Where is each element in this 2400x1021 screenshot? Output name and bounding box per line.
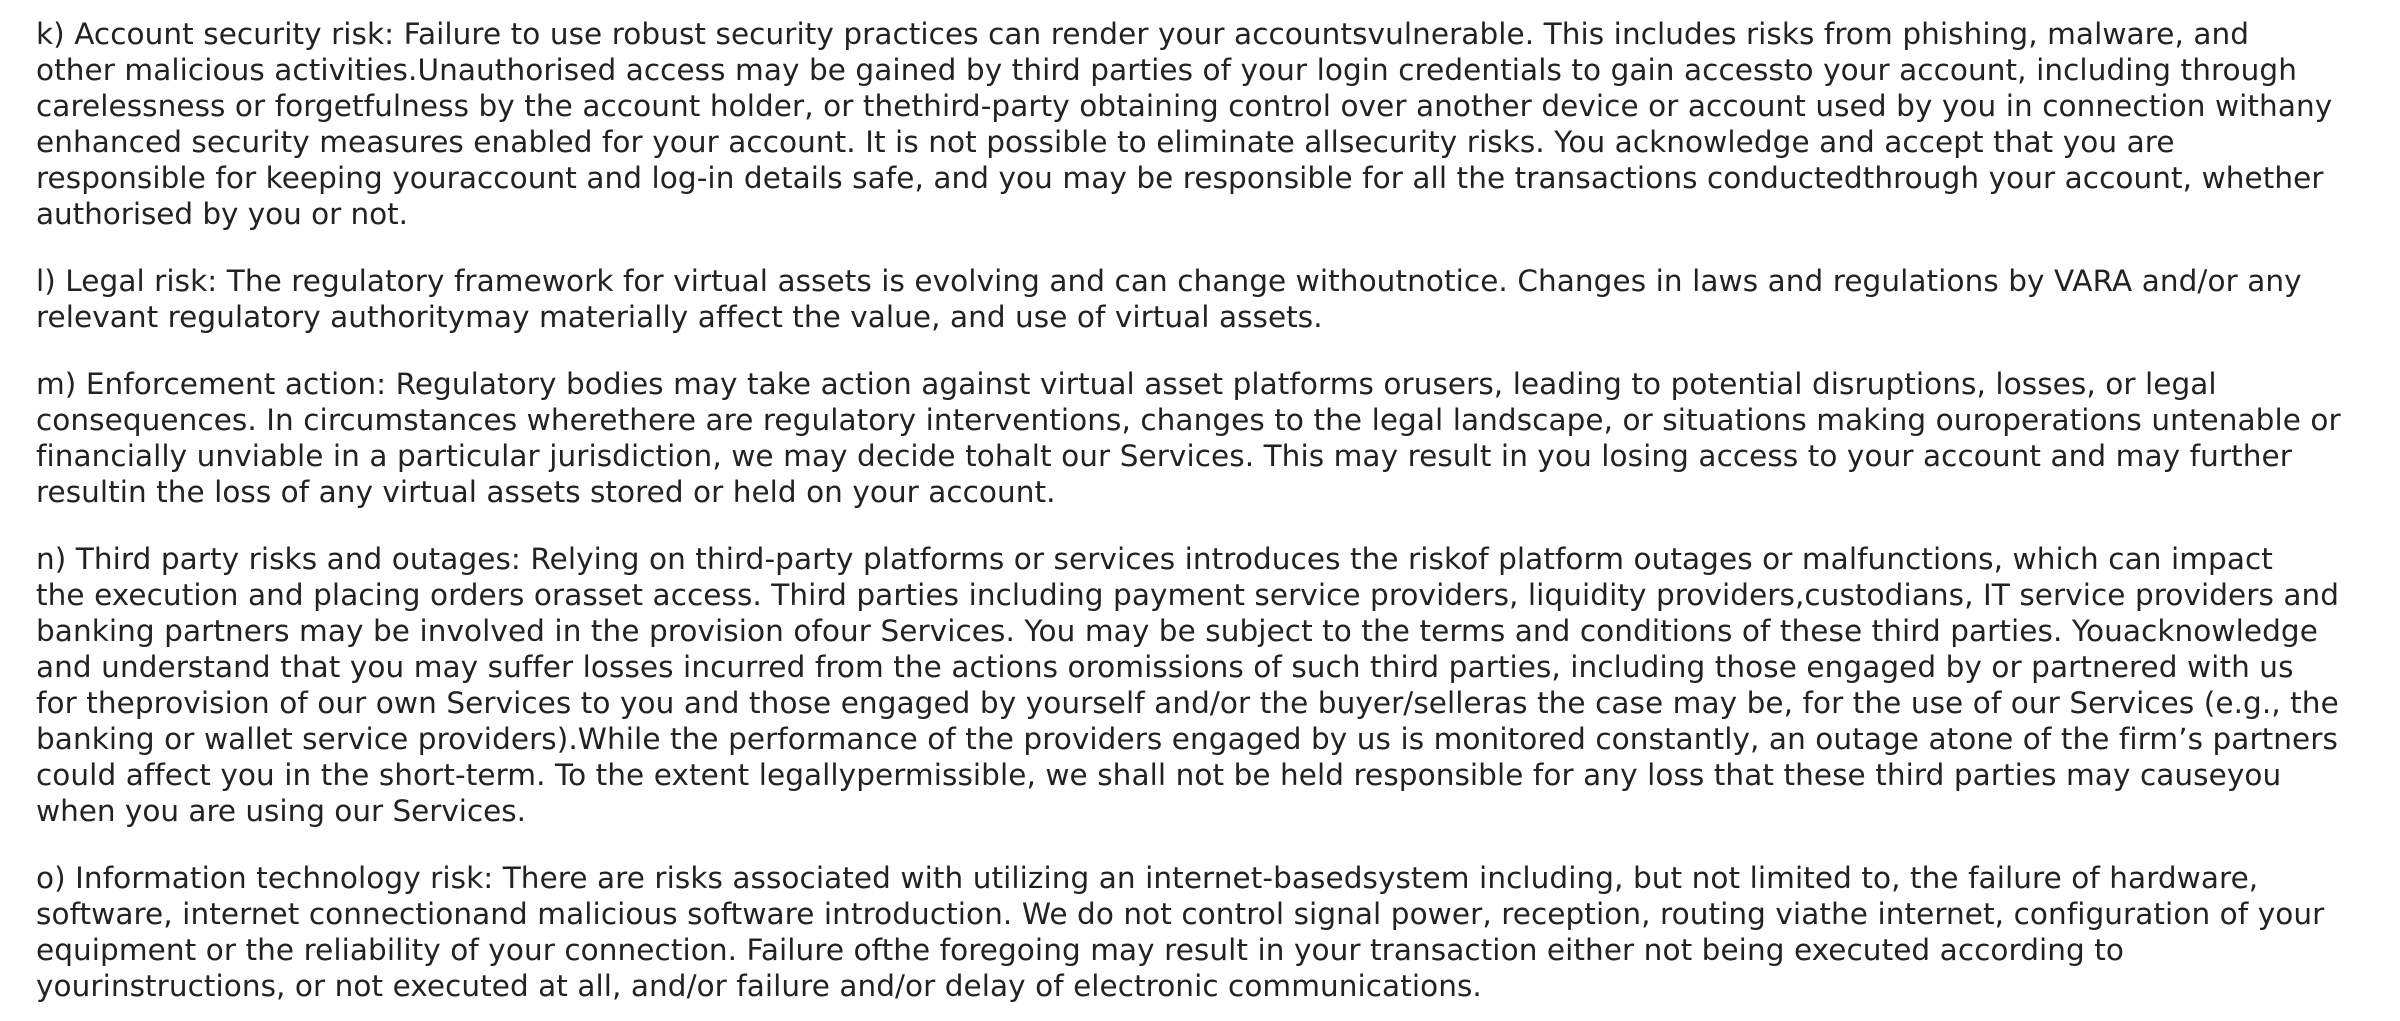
text-line: yourinstructions, or not executed at all… <box>36 969 1482 1003</box>
text-line: l) Legal risk: The regulatory framework … <box>36 264 2302 298</box>
text-line: relevant regulatory authoritymay materia… <box>36 300 1323 334</box>
text-line: authorised by you or not. <box>36 197 408 231</box>
text-line: equipment or the reliability of your con… <box>36 933 2125 967</box>
text-line: financially unviable in a particular jur… <box>36 439 2292 473</box>
text-line: enhanced security measures enabled for y… <box>36 125 2175 159</box>
text-line: when you are using our Services. <box>36 794 526 828</box>
text-line: k) Account security risk: Failure to use… <box>36 17 2250 51</box>
text-line: consequences. In circumstances wherether… <box>36 403 2341 437</box>
paragraph-account-security-risk: k) Account security risk: Failure to use… <box>36 16 2396 232</box>
text-line: and understand that you may suffer losse… <box>36 650 2294 684</box>
text-line: could affect you in the short-term. To t… <box>36 758 2282 792</box>
text-line: resultin the loss of any virtual assets … <box>36 475 1056 509</box>
text-line: n) Third party risks and outages: Relyin… <box>36 542 2273 576</box>
text-line: other malicious activities.Unauthorised … <box>36 53 2297 87</box>
text-line: the execution and placing orders orasset… <box>36 578 2340 612</box>
paragraph-third-party-risks: n) Third party risks and outages: Relyin… <box>36 541 2396 829</box>
paragraph-enforcement-action: m) Enforcement action: Regulatory bodies… <box>36 366 2396 510</box>
text-line: for theprovision of our own Services to … <box>36 686 2339 720</box>
text-line: responsible for keeping youraccount and … <box>36 161 2324 195</box>
text-line: o) Information technology risk: There ar… <box>36 861 2259 895</box>
text-line: carelessness or forgetfulness by the acc… <box>36 89 2333 123</box>
text-line: m) Enforcement action: Regulatory bodies… <box>36 367 2217 401</box>
paragraph-legal-risk: l) Legal risk: The regulatory framework … <box>36 263 2396 335</box>
text-line: banking partners may be involved in the … <box>36 614 2318 648</box>
paragraph-information-technology-risk: o) Information technology risk: There ar… <box>36 860 2396 1004</box>
text-line: banking or wallet service providers).Whi… <box>36 722 2338 756</box>
text-line: software, internet connectionand malicio… <box>36 897 2325 931</box>
document-body: k) Account security risk: Failure to use… <box>36 16 2396 1004</box>
